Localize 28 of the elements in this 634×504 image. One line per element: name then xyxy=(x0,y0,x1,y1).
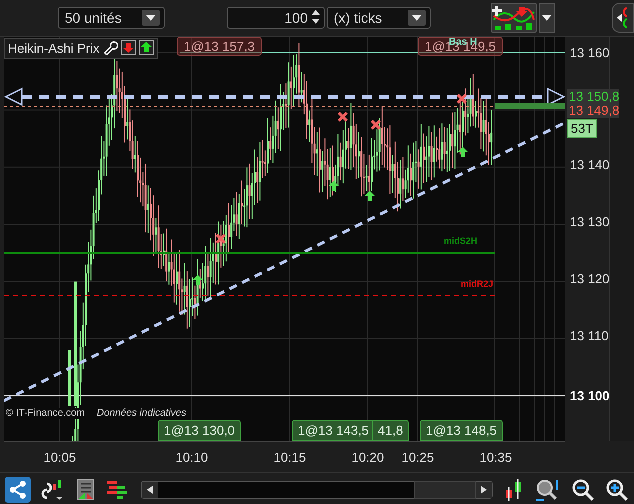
time-label: 10:15 xyxy=(274,450,306,465)
time-label: 10:25 xyxy=(402,450,434,465)
level-label: midR2J xyxy=(461,279,494,289)
order-label[interactable]: 1@13 130,0 xyxy=(158,420,242,441)
unit-dropdown[interactable]: (x) ticks xyxy=(327,7,431,29)
price-tag: 13 149,8 xyxy=(567,103,619,118)
order-label[interactable]: 1@13 157,3 xyxy=(177,37,262,56)
time-label: 10:20 xyxy=(352,450,384,465)
price-tick: 13 100 xyxy=(570,388,610,404)
time-label: 10:05 xyxy=(44,450,76,465)
price-tick: 13 140 xyxy=(570,158,610,172)
level-label: midS2H xyxy=(444,236,478,246)
order-label[interactable]: 1@13 143,5 xyxy=(292,420,376,441)
price-tick: 13 110 xyxy=(570,328,609,344)
tick-counter: 53T xyxy=(567,119,598,138)
price-tick: 13 130 xyxy=(570,214,610,230)
period-dropdown[interactable]: 50 unités xyxy=(58,7,165,29)
price-tick: 13 160 xyxy=(570,46,610,60)
chart-title: Heikin-Ashi Prix xyxy=(8,41,100,56)
count-spinner[interactable]: 100 xyxy=(227,7,325,29)
order-label[interactable]: 1@13 148,5 xyxy=(420,420,504,441)
copyright-text: © IT-Finance.com xyxy=(6,408,86,419)
order-label[interactable]: 41,8 xyxy=(372,420,410,441)
price-tick: 13 120 xyxy=(570,272,610,286)
time-label: 10:10 xyxy=(176,450,208,465)
price-tag: 13 150,8 xyxy=(567,89,619,104)
time-label: 10:35 xyxy=(480,450,512,465)
disclaimer-text: Données indicatives xyxy=(97,408,186,419)
